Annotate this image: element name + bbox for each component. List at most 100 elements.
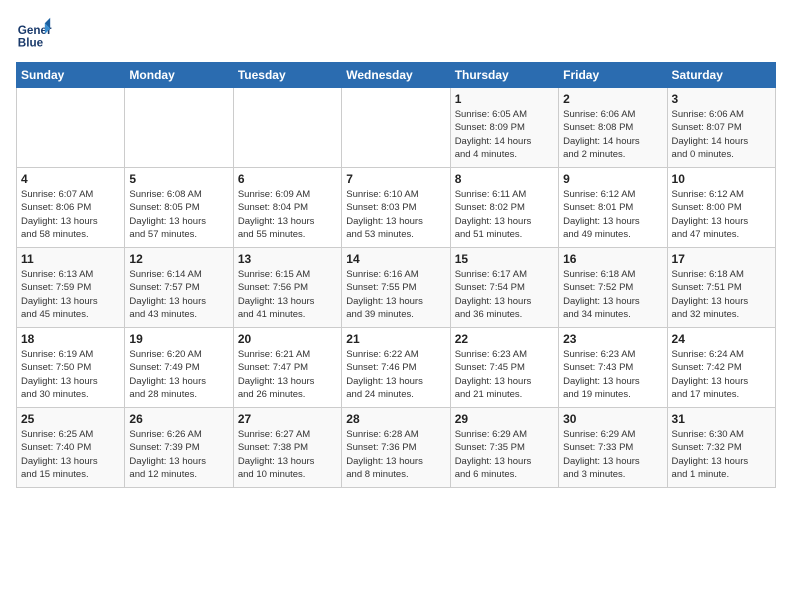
calendar-cell: 28 Sunrise: 6:28 AM Sunset: 7:36 PM Dayli… [342, 408, 450, 488]
day-number: 15 [455, 252, 554, 266]
calendar-week-row: 25 Sunrise: 6:25 AM Sunset: 7:40 PM Dayli… [17, 408, 776, 488]
day-info: Sunrise: 6:10 AM Sunset: 8:03 PM Dayligh… [346, 188, 445, 241]
calendar-cell: 30Sunrise: 6:29 AM Sunset: 7:33 PM Dayli… [559, 408, 667, 488]
calendar-cell: 22Sunrise: 6:23 AM Sunset: 7:45 PM Dayli… [450, 328, 558, 408]
calendar-cell: 18 Sunrise: 6:19 AM Sunset: 7:50 PM Dayli… [17, 328, 125, 408]
calendar-cell: 8Sunrise: 6:11 AM Sunset: 8:02 PM Daylig… [450, 168, 558, 248]
logo-icon: General Blue [16, 16, 52, 52]
calendar-cell: 12Sunrise: 6:14 AM Sunset: 7:57 PM Dayli… [125, 248, 233, 328]
day-number: 26 [129, 412, 228, 426]
weekday-header-saturday: Saturday [667, 63, 775, 88]
day-info: Sunrise: 6:23 AM Sunset: 7:43 PM Dayligh… [563, 348, 662, 401]
calendar-cell: 1 Sunrise: 6:05 AM Sunset: 8:09 PM Daylig… [450, 88, 558, 168]
calendar-table: SundayMondayTuesdayWednesdayThursdayFrid… [16, 62, 776, 488]
calendar-cell: 17Sunrise: 6:18 AM Sunset: 7:51 PM Dayli… [667, 248, 775, 328]
day-number: 9 [563, 172, 662, 186]
calendar-cell: 9 Sunrise: 6:12 AM Sunset: 8:01 PM Daylig… [559, 168, 667, 248]
day-info: Sunrise: 6:06 AM Sunset: 8:08 PM Dayligh… [563, 108, 662, 161]
calendar-cell [125, 88, 233, 168]
day-info: Sunrise: 6:19 AM Sunset: 7:50 PM Dayligh… [21, 348, 120, 401]
svg-text:Blue: Blue [18, 37, 44, 50]
day-info: Sunrise: 6:27 AM Sunset: 7:38 PM Dayligh… [238, 428, 337, 481]
day-number: 23 [563, 332, 662, 346]
day-number: 14 [346, 252, 445, 266]
day-number: 13 [238, 252, 337, 266]
calendar-cell: 20 Sunrise: 6:21 AM Sunset: 7:47 PM Dayli… [233, 328, 341, 408]
day-number: 29 [455, 412, 554, 426]
calendar-cell: 7 Sunrise: 6:10 AM Sunset: 8:03 PM Daylig… [342, 168, 450, 248]
calendar-cell: 2 Sunrise: 6:06 AM Sunset: 8:08 PM Daylig… [559, 88, 667, 168]
day-number: 7 [346, 172, 445, 186]
day-number: 20 [238, 332, 337, 346]
day-info: Sunrise: 6:17 AM Sunset: 7:54 PM Dayligh… [455, 268, 554, 321]
calendar-cell: 27 Sunrise: 6:27 AM Sunset: 7:38 PM Dayli… [233, 408, 341, 488]
day-number: 6 [238, 172, 337, 186]
calendar-cell: 25 Sunrise: 6:25 AM Sunset: 7:40 PM Dayli… [17, 408, 125, 488]
day-info: Sunrise: 6:12 AM Sunset: 8:00 PM Dayligh… [672, 188, 771, 241]
calendar-cell: 19Sunrise: 6:20 AM Sunset: 7:49 PM Dayli… [125, 328, 233, 408]
weekday-header-sunday: Sunday [17, 63, 125, 88]
calendar-cell: 14 Sunrise: 6:16 AM Sunset: 7:55 PM Dayli… [342, 248, 450, 328]
day-number: 25 [21, 412, 120, 426]
calendar-cell: 16 Sunrise: 6:18 AM Sunset: 7:52 PM Dayli… [559, 248, 667, 328]
day-info: Sunrise: 6:29 AM Sunset: 7:35 PM Dayligh… [455, 428, 554, 481]
day-info: Sunrise: 6:23 AM Sunset: 7:45 PM Dayligh… [455, 348, 554, 401]
day-number: 17 [672, 252, 771, 266]
day-info: Sunrise: 6:16 AM Sunset: 7:55 PM Dayligh… [346, 268, 445, 321]
day-number: 31 [672, 412, 771, 426]
day-number: 12 [129, 252, 228, 266]
calendar-cell: 31 Sunrise: 6:30 AM Sunset: 7:32 PM Dayli… [667, 408, 775, 488]
calendar-cell: 3 Sunrise: 6:06 AM Sunset: 8:07 PM Daylig… [667, 88, 775, 168]
day-info: Sunrise: 6:20 AM Sunset: 7:49 PM Dayligh… [129, 348, 228, 401]
calendar-cell: 5 Sunrise: 6:08 AM Sunset: 8:05 PM Daylig… [125, 168, 233, 248]
calendar-cell: 26 Sunrise: 6:26 AM Sunset: 7:39 PM Dayli… [125, 408, 233, 488]
day-info: Sunrise: 6:12 AM Sunset: 8:01 PM Dayligh… [563, 188, 662, 241]
calendar-week-row: 4 Sunrise: 6:07 AM Sunset: 8:06 PM Daylig… [17, 168, 776, 248]
weekday-header-tuesday: Tuesday [233, 63, 341, 88]
day-info: Sunrise: 6:08 AM Sunset: 8:05 PM Dayligh… [129, 188, 228, 241]
calendar-cell: 29 Sunrise: 6:29 AM Sunset: 7:35 PM Dayli… [450, 408, 558, 488]
calendar-cell: 21Sunrise: 6:22 AM Sunset: 7:46 PM Dayli… [342, 328, 450, 408]
day-number: 5 [129, 172, 228, 186]
day-info: Sunrise: 6:28 AM Sunset: 7:36 PM Dayligh… [346, 428, 445, 481]
header: General Blue [16, 16, 776, 52]
day-info: Sunrise: 6:05 AM Sunset: 8:09 PM Dayligh… [455, 108, 554, 161]
calendar-cell: 10 Sunrise: 6:12 AM Sunset: 8:00 PM Dayli… [667, 168, 775, 248]
weekday-header-friday: Friday [559, 63, 667, 88]
logo: General Blue [16, 16, 52, 52]
calendar-cell: 4 Sunrise: 6:07 AM Sunset: 8:06 PM Daylig… [17, 168, 125, 248]
day-info: Sunrise: 6:26 AM Sunset: 7:39 PM Dayligh… [129, 428, 228, 481]
day-number: 27 [238, 412, 337, 426]
day-number: 11 [21, 252, 120, 266]
day-number: 1 [455, 92, 554, 106]
day-number: 18 [21, 332, 120, 346]
day-info: Sunrise: 6:07 AM Sunset: 8:06 PM Dayligh… [21, 188, 120, 241]
day-number: 2 [563, 92, 662, 106]
day-info: Sunrise: 6:25 AM Sunset: 7:40 PM Dayligh… [21, 428, 120, 481]
calendar-cell: 15 Sunrise: 6:17 AM Sunset: 7:54 PM Dayli… [450, 248, 558, 328]
calendar-cell: 13 Sunrise: 6:15 AM Sunset: 7:56 PM Dayli… [233, 248, 341, 328]
day-info: Sunrise: 6:29 AM Sunset: 7:33 PM Dayligh… [563, 428, 662, 481]
day-info: Sunrise: 6:06 AM Sunset: 8:07 PM Dayligh… [672, 108, 771, 161]
day-info: Sunrise: 6:30 AM Sunset: 7:32 PM Dayligh… [672, 428, 771, 481]
calendar-header-row: SundayMondayTuesdayWednesdayThursdayFrid… [17, 63, 776, 88]
day-number: 28 [346, 412, 445, 426]
day-info: Sunrise: 6:15 AM Sunset: 7:56 PM Dayligh… [238, 268, 337, 321]
day-number: 24 [672, 332, 771, 346]
calendar-cell: 23 Sunrise: 6:23 AM Sunset: 7:43 PM Dayli… [559, 328, 667, 408]
day-info: Sunrise: 6:09 AM Sunset: 8:04 PM Dayligh… [238, 188, 337, 241]
day-number: 10 [672, 172, 771, 186]
calendar-week-row: 18 Sunrise: 6:19 AM Sunset: 7:50 PM Dayli… [17, 328, 776, 408]
day-info: Sunrise: 6:21 AM Sunset: 7:47 PM Dayligh… [238, 348, 337, 401]
weekday-header-monday: Monday [125, 63, 233, 88]
day-info: Sunrise: 6:24 AM Sunset: 7:42 PM Dayligh… [672, 348, 771, 401]
day-number: 4 [21, 172, 120, 186]
calendar-cell: 6 Sunrise: 6:09 AM Sunset: 8:04 PM Daylig… [233, 168, 341, 248]
calendar-cell: 11Sunrise: 6:13 AM Sunset: 7:59 PM Dayli… [17, 248, 125, 328]
weekday-header-wednesday: Wednesday [342, 63, 450, 88]
day-info: Sunrise: 6:18 AM Sunset: 7:52 PM Dayligh… [563, 268, 662, 321]
day-number: 16 [563, 252, 662, 266]
day-number: 21 [346, 332, 445, 346]
day-number: 3 [672, 92, 771, 106]
calendar-week-row: 11Sunrise: 6:13 AM Sunset: 7:59 PM Dayli… [17, 248, 776, 328]
